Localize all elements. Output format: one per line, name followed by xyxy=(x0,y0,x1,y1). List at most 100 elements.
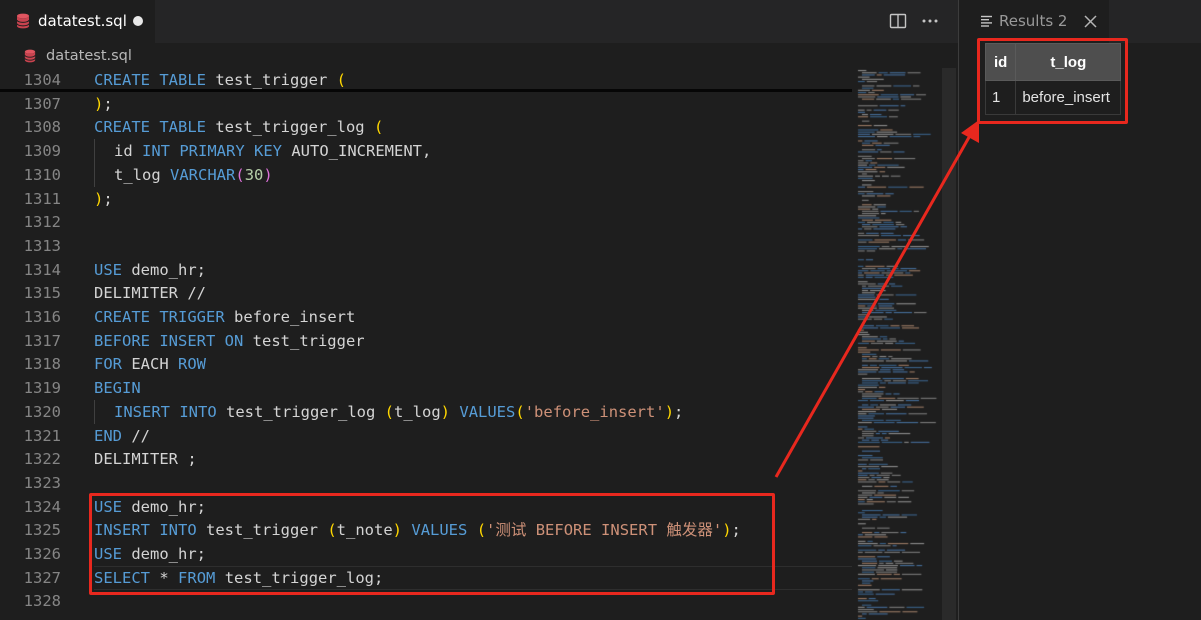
code-token: 30 xyxy=(244,165,264,184)
line-number: 1314 xyxy=(23,260,61,279)
code-token: DELIMITER // xyxy=(94,284,206,303)
code-text: CREATE TABLE test_trigger_log ( xyxy=(94,115,383,139)
code-text: FOR EACH ROW xyxy=(94,352,206,376)
code-token: ) xyxy=(94,189,104,208)
code-line[interactable]: 1314 USE demo_hr; xyxy=(0,258,852,282)
line-number: 1312 xyxy=(23,213,61,232)
code-token: DELIMITER ; xyxy=(94,450,197,469)
code-token: BEGIN xyxy=(94,379,141,398)
close-icon[interactable] xyxy=(1084,15,1097,28)
code-token: ( xyxy=(515,402,525,421)
code-line[interactable]: 1311); xyxy=(0,187,852,211)
code-token: ; xyxy=(674,402,684,421)
editor-tab-title: datatest.sql xyxy=(38,12,127,30)
breadcrumb-file[interactable]: datatest.sql xyxy=(46,48,132,64)
code-line[interactable]: 1320 INSERT INTO test_trigger_log (t_log)… xyxy=(0,399,852,424)
code-text: USE demo_hr; xyxy=(94,258,206,282)
code-token: CREATE TABLE xyxy=(94,71,206,89)
code-token: ) xyxy=(94,94,104,113)
code-token: CREATE TABLE xyxy=(94,118,206,137)
code-token: test_trigger_log xyxy=(215,118,365,137)
code-token: ) xyxy=(440,402,451,421)
code-line[interactable]: 1323 xyxy=(0,471,852,495)
code-text: DELIMITER ; xyxy=(94,447,197,471)
code-token: CREATE TRIGGER xyxy=(94,308,225,326)
code-text: ); xyxy=(94,187,113,211)
line-number: 1323 xyxy=(23,473,61,492)
code-line[interactable]: 1307); xyxy=(0,92,852,116)
code-highlight-box xyxy=(89,493,775,595)
sticky-scroll-shadow xyxy=(0,89,852,92)
line-number: 1313 xyxy=(23,236,61,255)
code-token: test_trigger xyxy=(215,71,328,89)
code-line[interactable]: 1308 CREATE TABLE test_trigger_log ( xyxy=(0,115,852,139)
code-line[interactable]: 1318 FOR EACH ROW xyxy=(0,352,852,376)
code-text: BEFORE INSERT ON test_trigger xyxy=(94,329,365,353)
results-tab-title: Results 2 xyxy=(999,12,1068,30)
breadcrumb: datatest.sql xyxy=(0,43,958,69)
indent-guide xyxy=(94,399,95,424)
unsaved-dot-icon[interactable] xyxy=(133,16,143,26)
results-tab[interactable]: Results 2 xyxy=(959,0,1109,43)
code-token: id xyxy=(114,142,133,161)
code-text: ); xyxy=(94,92,113,116)
code-token: test_trigger xyxy=(252,331,365,350)
code-line[interactable]: 1319 BEGIN xyxy=(0,376,852,400)
code-token: INSERT INTO xyxy=(114,402,217,421)
code-token: BEFORE INSERT ON xyxy=(94,331,244,350)
code-line[interactable]: 1309 id INT PRIMARY KEY AUTO_INCREMENT, xyxy=(0,139,852,164)
code-line[interactable]: 1321 END // xyxy=(0,424,852,448)
code-line[interactable]: 1317 BEFORE INSERT ON test_trigger xyxy=(0,329,852,353)
line-number: 1327 xyxy=(23,568,61,587)
code-token: VALUES xyxy=(459,402,516,421)
code-text: DELIMITER // xyxy=(94,281,206,305)
code-token: EACH xyxy=(131,355,169,374)
code-token: // xyxy=(131,426,151,445)
results-list-icon xyxy=(981,15,992,27)
code-token: ; xyxy=(103,189,113,208)
editor-scrollbar[interactable] xyxy=(942,68,956,620)
code-line[interactable]: 1316 CREATE TRIGGER before_insert xyxy=(0,305,852,329)
code-token: demo_hr; xyxy=(131,260,206,279)
code-token: ( xyxy=(336,71,346,89)
line-number: 1326 xyxy=(23,545,61,563)
code-line[interactable]: 1310 t_log VARCHAR(30) xyxy=(0,162,852,187)
code-token: AUTO_INCREMENT, xyxy=(291,142,432,161)
line-number: 1320 xyxy=(23,402,61,421)
code-token: END xyxy=(94,426,122,445)
minimap[interactable] xyxy=(852,68,942,620)
code-token: ) xyxy=(664,402,675,421)
line-number: 1309 xyxy=(23,142,61,161)
code-text: id INT PRIMARY KEY AUTO_INCREMENT, xyxy=(114,139,431,163)
code-line[interactable]: 1313 xyxy=(0,234,852,258)
code-token: ( xyxy=(235,165,245,184)
line-number: 1310 xyxy=(23,165,61,184)
line-number: 1308 xyxy=(23,118,61,137)
line-number: 1307 xyxy=(23,94,61,113)
results-highlight-box xyxy=(977,38,1128,124)
line-number: 1318 xyxy=(23,355,61,374)
line-number: 1311 xyxy=(23,189,61,208)
editor-tab[interactable]: datatest.sql xyxy=(0,0,155,43)
code-token: ; xyxy=(103,94,113,113)
indent-guide xyxy=(94,162,95,187)
code-token: ( xyxy=(373,118,384,137)
code-token: FOR xyxy=(94,355,122,374)
code-token: ROW xyxy=(178,355,207,374)
more-actions-icon[interactable] xyxy=(921,12,939,30)
code-token: 'before_insert' xyxy=(524,402,665,421)
code-token: ( xyxy=(384,402,394,421)
code-text: t_log VARCHAR(30) xyxy=(114,163,273,187)
line-number: 1324 xyxy=(23,497,61,516)
code-text: END // xyxy=(94,424,150,448)
split-editor-icon[interactable] xyxy=(889,12,907,30)
line-number: 1316 xyxy=(23,308,61,326)
code-line[interactable]: 1315 DELIMITER // xyxy=(0,281,852,305)
code-line[interactable]: 1322 DELIMITER ; xyxy=(0,447,852,471)
line-number: 1317 xyxy=(23,331,61,350)
code-line[interactable]: 1312 xyxy=(0,210,852,234)
code-token: USE xyxy=(94,260,122,279)
database-icon xyxy=(16,13,30,29)
code-token: ) xyxy=(263,165,273,184)
indent-guide xyxy=(94,139,95,164)
